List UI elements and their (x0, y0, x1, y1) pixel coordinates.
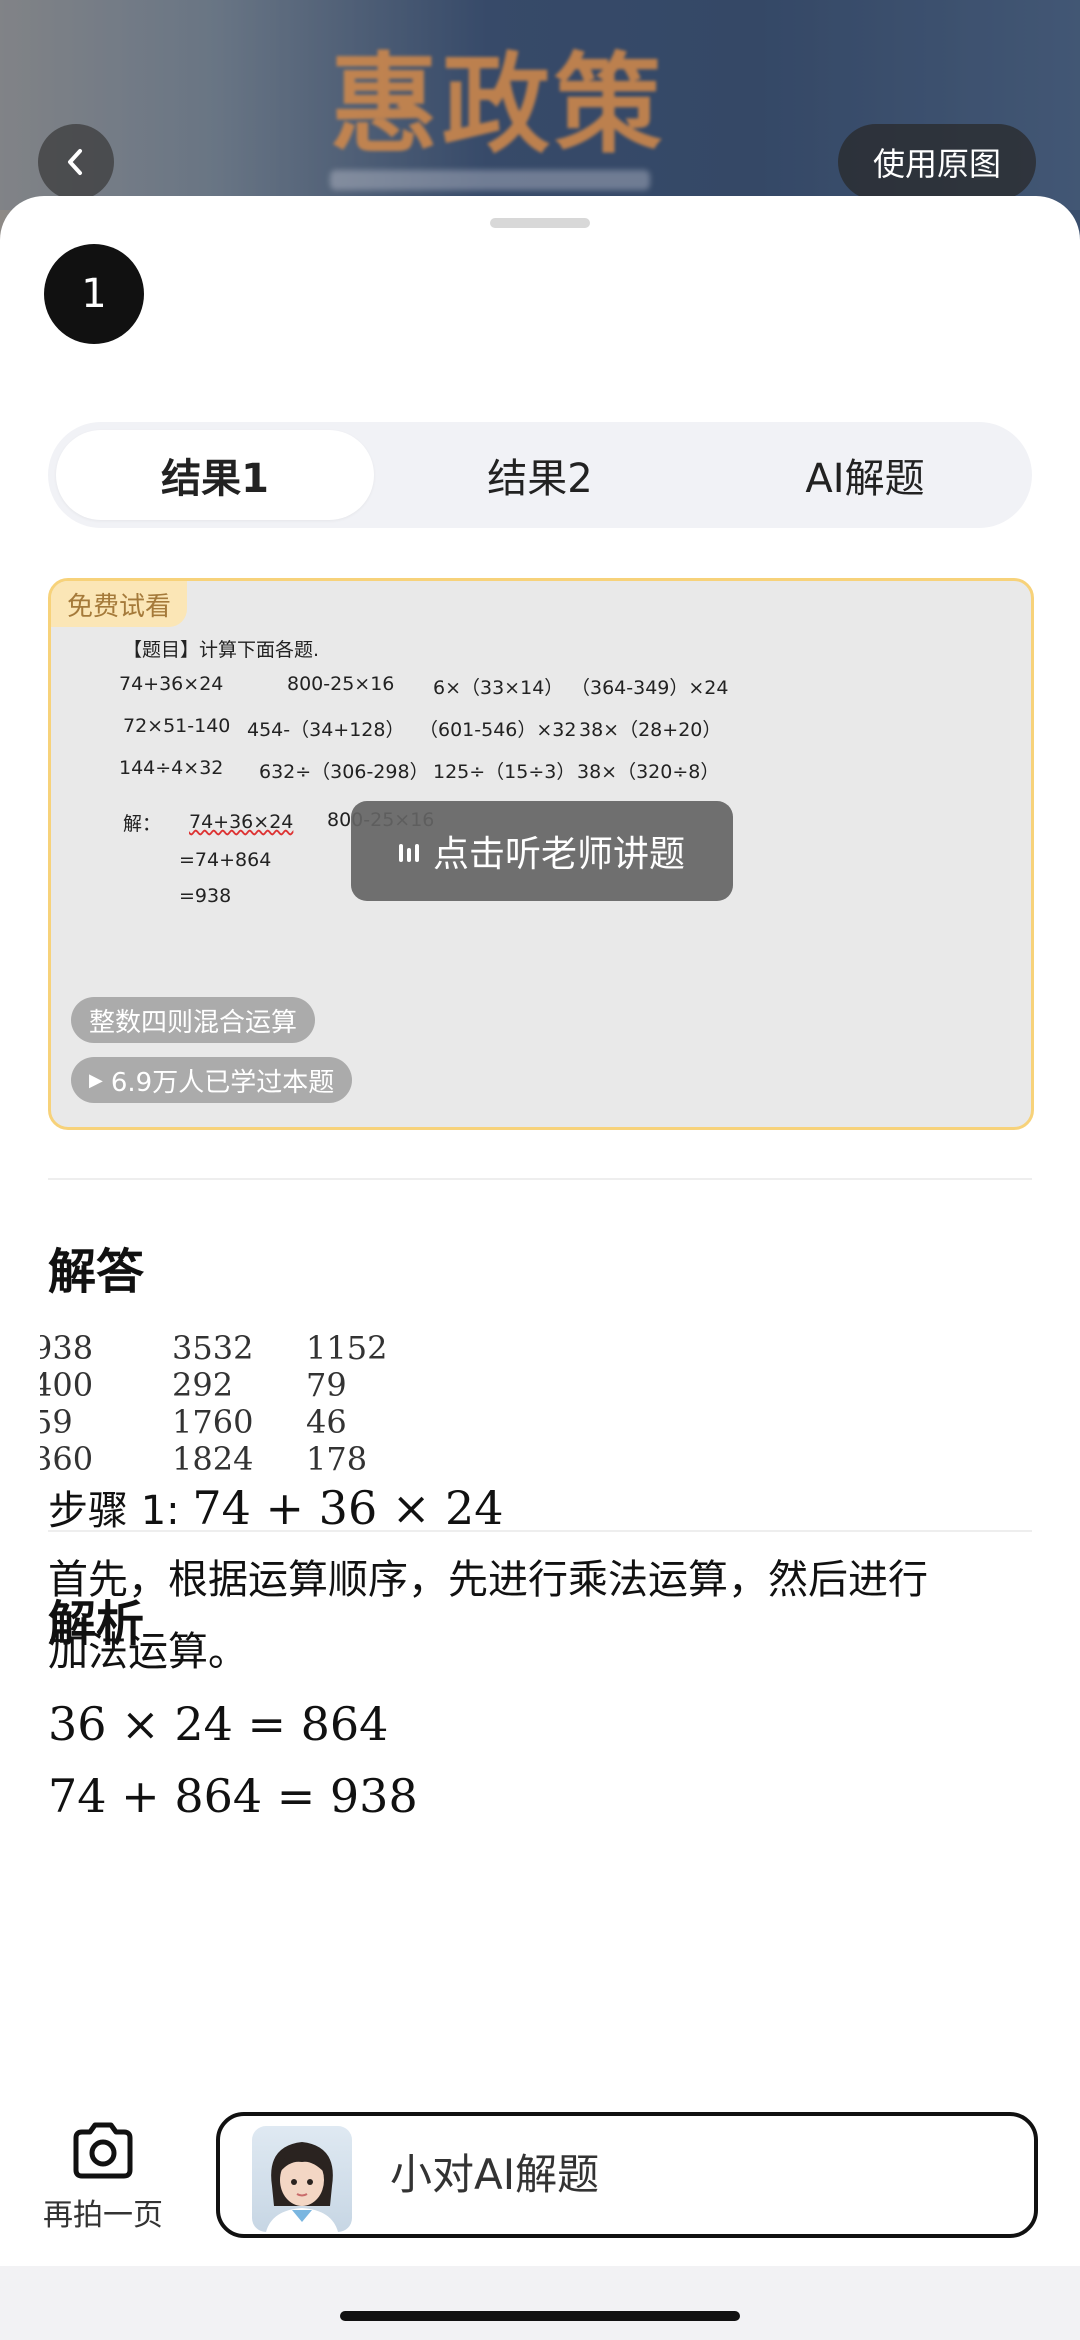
home-indicator (340, 2311, 740, 2321)
answer-value: 1152 (306, 1329, 388, 1367)
divider (48, 1178, 1032, 1180)
ai-solve-button[interactable]: 小对AI解题 (216, 2112, 1038, 2238)
tab-result-1[interactable]: 结果1 (56, 430, 374, 520)
bottom-action-bar: 再拍一页 小对AI解题 (0, 2080, 1080, 2266)
question-title: 【题目】计算下面各题. (123, 639, 320, 661)
answer-value: 79 (306, 1366, 347, 1404)
retake-label: 再拍一页 (43, 2198, 163, 2233)
listen-label: 点击听老师讲题 (432, 834, 685, 875)
tab-ai-solve[interactable]: AI解题 (706, 430, 1024, 520)
question-item: （601-546）×32 (419, 719, 577, 741)
question-item: 800-25×16 (287, 673, 395, 695)
learned-count-label: 6.9万人已学过本题 (110, 1067, 335, 1098)
question-item: 72×51-140 (123, 715, 231, 737)
free-trial-tag: 免费试看 (51, 581, 187, 627)
topic-chip-label: 整数四则混合运算 (89, 1007, 298, 1038)
answer-value: 3532 (172, 1329, 254, 1367)
answer-value: 938 (40, 1330, 94, 1367)
question-number-badge: 1 (44, 244, 144, 344)
question-item: 632÷（306-298） (259, 761, 429, 783)
play-icon: ▶ (89, 1069, 103, 1091)
answer-column: 938 400 59 360 (40, 1330, 130, 1478)
analysis-body: 步骤 1: 74 + 36 × 24 首先，根据运算顺序，先进行乘法运算，然后进… (48, 1472, 1038, 1832)
answer-value: 292 (172, 1366, 234, 1404)
sheet-drag-handle[interactable] (490, 218, 590, 228)
answer-value: 59 (40, 1403, 73, 1441)
answer-column: 1152 79 46 178 (306, 1330, 387, 1478)
solution-line: =74+864 (179, 849, 272, 871)
photo-blur-strip (330, 170, 650, 190)
question-item: 125÷（15÷3） (433, 761, 576, 783)
audio-bars-icon (398, 840, 419, 862)
analysis-text: 首先，根据运算顺序，先进行乘法运算，然后进行 (48, 1557, 928, 1603)
tab-result-2[interactable]: 结果2 (381, 430, 699, 520)
back-button[interactable] (38, 124, 114, 200)
question-item: 38×（28+20） (579, 719, 722, 741)
answer-title: 解答 (48, 1244, 145, 1300)
retake-button[interactable]: 再拍一页 (28, 2120, 178, 2234)
question-item: 144÷4×32 (119, 757, 224, 779)
question-item: 74+36×24 (119, 673, 224, 695)
analysis-text: 加法运算。 (48, 1629, 248, 1675)
answer-column: 3532 292 1760 1824 (172, 1330, 253, 1478)
solution-label: 解： (123, 813, 162, 835)
ai-avatar (252, 2126, 352, 2232)
listen-teacher-button[interactable]: 点击听老师讲题 (351, 801, 733, 901)
ai-solve-label: 小对AI解题 (390, 2150, 600, 2199)
topic-chip: 整数四则混合运算 (71, 997, 316, 1043)
video-lesson-card[interactable]: 免费试看 【题目】计算下面各题. 74+36×24 800-25×16 6×（3… (48, 578, 1034, 1130)
answer-value: 46 (306, 1403, 347, 1441)
answer-value: 1760 (172, 1403, 254, 1441)
result-sheet: 1 结果1 结果2 AI解题 免费试看 【题目】计算下面各题. 74+36×24… (0, 196, 1080, 2266)
question-item: 454-（34+128） (247, 719, 405, 741)
analysis-equation: 74 + 864 = 938 (48, 1769, 418, 1823)
chevron-left-icon (68, 149, 82, 175)
camera-icon (73, 2122, 133, 2179)
learned-count-chip: ▶ 6.9万人已学过本题 (71, 1057, 353, 1103)
analysis-step: 步骤 1: 74 + 36 × 24 (48, 1472, 1038, 1544)
question-item: 38×（320÷8） (577, 761, 720, 783)
step-expression: 74 + 36 × 24 (192, 1481, 504, 1535)
question-item: （364-349）×24 (571, 677, 729, 699)
step-label: 步骤 1: (48, 1488, 193, 1534)
use-original-button[interactable]: 使用原图 (838, 124, 1036, 200)
question-item: 6×（33×14） (433, 677, 564, 699)
answer-value: 400 (40, 1366, 94, 1404)
result-tabs: 结果1 结果2 AI解题 (48, 422, 1032, 528)
solution-line: 74+36×24 (189, 811, 294, 833)
analysis-equation: 36 × 24 = 864 (48, 1697, 389, 1751)
solution-line: =938 (179, 885, 232, 907)
photo-text: 惠政策 (330, 42, 667, 168)
